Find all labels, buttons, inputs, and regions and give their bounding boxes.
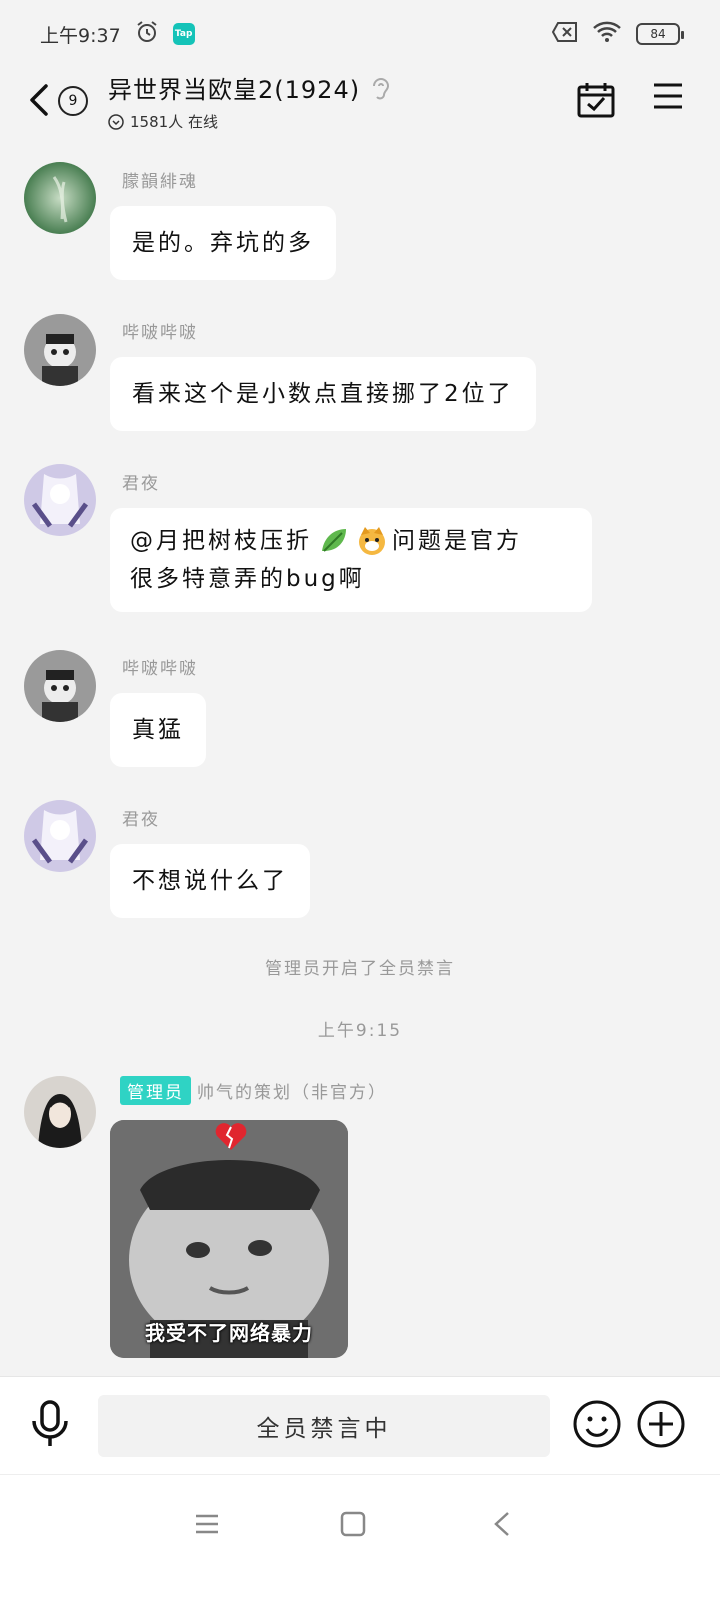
message-input[interactable]: 全员禁言中 — [98, 1395, 550, 1457]
recent-apps-button[interactable] — [194, 1511, 220, 1541]
chevron-left-icon — [494, 1512, 509, 1536]
message-text: 问题是官方 — [392, 528, 522, 554]
microphone-icon — [32, 1400, 68, 1446]
admin-role-tag: 管理员 — [120, 1076, 191, 1105]
online-count: 1581人 在线 — [130, 113, 218, 131]
more-actions-button[interactable] — [636, 1399, 686, 1453]
message-bubble[interactable]: 不想说什么了 — [110, 844, 310, 918]
sim-off-icon — [551, 21, 578, 48]
broken-heart-icon — [214, 1122, 248, 1156]
message-bubble[interactable]: 是的。弃坑的多 — [110, 206, 336, 280]
alarm-icon — [135, 20, 159, 49]
ear-icon — [373, 77, 390, 99]
sticker-image[interactable]: 我受不了网络暴力 — [110, 1120, 348, 1358]
sender-name: 朦韻緋魂 — [122, 172, 198, 192]
hamburger-menu-icon — [654, 83, 682, 109]
chat-header: 9 异世界当欧皇2(1924) 1581人 在线 — [0, 68, 720, 148]
status-bar: 上午9:37 Tap 84 — [0, 0, 720, 68]
square-icon — [340, 1511, 366, 1537]
group-title-row[interactable]: 异世界当欧皇2(1924) — [108, 70, 392, 105]
calendar-check-icon — [577, 83, 615, 118]
online-count-row: 1581人 在线 — [108, 111, 392, 132]
unread-count-badge[interactable]: 9 — [58, 86, 88, 116]
home-button[interactable] — [340, 1511, 366, 1541]
menu-lines-icon — [196, 1514, 218, 1534]
sender-row: 管理员 帅气的策划（非官方） — [120, 1076, 387, 1105]
sender-name: 哔啵哔啵 — [122, 659, 198, 679]
avatar[interactable] — [24, 650, 96, 722]
message-timestamp: 上午9:15 — [317, 1021, 403, 1041]
plus-circle-icon — [637, 1400, 685, 1448]
wifi-icon — [592, 20, 622, 49]
voice-input-button[interactable] — [28, 1399, 72, 1453]
avatar[interactable] — [24, 314, 96, 386]
status-time: 上午9:37 — [40, 24, 121, 47]
message-text-line2: 很多特意弄的bug啊 — [130, 566, 365, 592]
avatar[interactable] — [24, 162, 96, 234]
sender-name: 君夜 — [122, 474, 160, 494]
smiley-icon — [573, 1400, 621, 1448]
sender-name: 哔啵哔啵 — [122, 323, 198, 343]
group-title: 异世界当欧皇2(1924) — [108, 76, 361, 104]
sender-name: 帅气的策划（非官方） — [197, 1083, 387, 1103]
mention-text: @月把树枝压折 — [130, 528, 312, 554]
leaf-emoji-icon — [318, 525, 350, 557]
calendar-check-button[interactable] — [576, 80, 616, 124]
sender-name: 君夜 — [122, 810, 160, 830]
taptap-app-icon: Tap — [172, 23, 195, 45]
avatar[interactable] — [24, 1076, 96, 1148]
chevron-left-icon — [30, 84, 48, 116]
system-navigation-bar — [0, 1474, 720, 1600]
mute-notice: 管理员开启了全员禁言 — [265, 959, 455, 979]
chevron-down-circle-icon — [108, 113, 124, 130]
emoji-button[interactable] — [572, 1399, 622, 1453]
message-bubble[interactable]: 看来这个是小数点直接挪了2位了 — [110, 357, 536, 431]
back-button[interactable] — [26, 80, 60, 120]
input-bar: 全员禁言中 — [0, 1376, 720, 1474]
battery-indicator: 84 — [636, 23, 684, 45]
message-bubble[interactable]: @月把树枝压折 问题是官方 很多特意弄的bug啊 — [110, 508, 592, 612]
system-back-button[interactable] — [492, 1511, 512, 1541]
avatar[interactable] — [24, 800, 96, 872]
avatar[interactable] — [24, 464, 96, 536]
menu-button[interactable] — [652, 80, 684, 116]
dog-emoji-icon — [356, 525, 388, 557]
message-bubble[interactable]: 真猛 — [110, 693, 206, 767]
sticker-caption: 我受不了网络暴力 — [145, 1321, 313, 1345]
